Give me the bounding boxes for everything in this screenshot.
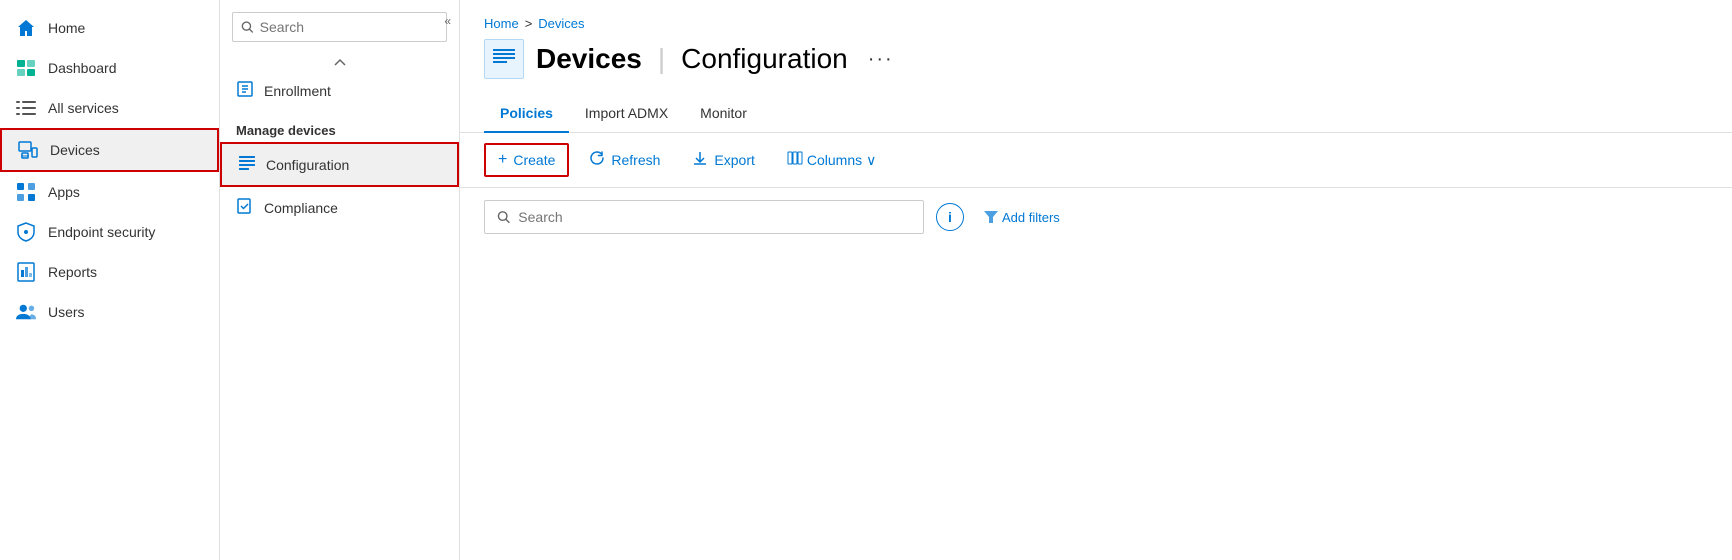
export-icon	[692, 150, 708, 171]
compliance-icon	[236, 197, 254, 218]
page-header: Home > Devices Devices | Configuration ·…	[460, 0, 1732, 87]
tab-policies[interactable]: Policies	[484, 95, 569, 133]
devices-icon	[18, 140, 38, 160]
security-icon	[16, 222, 36, 242]
compliance-label: Compliance	[264, 200, 338, 216]
info-button[interactable]: i	[936, 203, 964, 231]
sidebar-item-home-label: Home	[48, 20, 85, 36]
filter-icon	[984, 211, 998, 223]
breadcrumb: Home > Devices	[484, 16, 1708, 31]
breadcrumb-separator: >	[525, 16, 533, 31]
add-filters-button[interactable]: Add filters	[976, 206, 1068, 229]
more-options-button[interactable]: ···	[868, 48, 894, 71]
search-box[interactable]	[484, 200, 924, 234]
sidebar-item-devices[interactable]: Devices	[0, 128, 219, 172]
sub-sidebar-item-configuration[interactable]: Configuration	[220, 142, 459, 187]
sub-sidebar-item-compliance[interactable]: Compliance	[220, 187, 459, 228]
columns-icon	[787, 150, 803, 171]
page-title-separator: |	[658, 43, 665, 75]
sidebar-item-dashboard[interactable]: Dashboard	[0, 48, 219, 88]
page-subtitle: Configuration	[681, 43, 848, 75]
sidebar-item-users[interactable]: Users	[0, 292, 219, 332]
export-button[interactable]: Export	[680, 144, 766, 177]
sidebar: Home Dashboard All services	[0, 0, 220, 560]
refresh-button[interactable]: Refresh	[577, 144, 672, 177]
sidebar-item-dashboard-label: Dashboard	[48, 60, 117, 76]
sidebar-item-all-services-label: All services	[48, 100, 119, 116]
sidebar-item-endpoint-security-label: Endpoint security	[48, 224, 155, 240]
page-icon	[484, 39, 524, 79]
search-input[interactable]	[518, 209, 911, 225]
sub-search-icon	[241, 20, 254, 34]
sidebar-item-users-label: Users	[48, 304, 85, 320]
export-label: Export	[714, 152, 754, 168]
sidebar-item-all-services[interactable]: All services	[0, 88, 219, 128]
sub-sidebar-search-container[interactable]	[232, 12, 447, 42]
sidebar-item-devices-label: Devices	[50, 142, 100, 158]
reports-icon	[16, 262, 36, 282]
add-filters-label: Add filters	[1002, 210, 1060, 225]
page-title: Devices	[536, 43, 642, 75]
sidebar-item-endpoint-security[interactable]: Endpoint security	[0, 212, 219, 252]
search-area: i Add filters	[460, 188, 1732, 246]
create-label: Create	[513, 152, 555, 168]
columns-chevron-icon: ∨	[866, 152, 876, 169]
right-panel: Home > Devices Devices | Configuration ·…	[460, 0, 1732, 560]
sub-sidebar-item-enrollment[interactable]: Enrollment	[220, 70, 459, 111]
configuration-label: Configuration	[266, 157, 349, 173]
sub-sidebar: « Enrollment Manage devices	[220, 0, 460, 560]
refresh-icon	[589, 150, 605, 171]
manage-devices-header: Manage devices	[220, 111, 459, 142]
columns-label: Columns	[807, 152, 862, 168]
dashboard-icon	[16, 58, 36, 78]
toolbar: + Create Refresh	[460, 133, 1732, 188]
page-title-row: Devices | Configuration ···	[484, 39, 1708, 79]
configuration-icon	[238, 154, 256, 175]
search-icon	[497, 210, 510, 224]
refresh-label: Refresh	[611, 152, 660, 168]
columns-button[interactable]: Columns ∨	[775, 144, 889, 177]
sub-sidebar-collapse-btn[interactable]: «	[444, 14, 451, 28]
enrollment-icon	[236, 80, 254, 101]
apps-icon	[16, 182, 36, 202]
sidebar-item-reports-label: Reports	[48, 264, 97, 280]
plus-icon: +	[498, 151, 507, 169]
scroll-up-indicator	[220, 54, 459, 70]
create-button[interactable]: + Create	[484, 143, 569, 177]
sidebar-item-home[interactable]: Home	[0, 8, 219, 48]
tabs-bar: Policies Import ADMX Monitor	[460, 95, 1732, 133]
sidebar-item-reports[interactable]: Reports	[0, 252, 219, 292]
users-icon	[16, 302, 36, 322]
tab-monitor[interactable]: Monitor	[684, 95, 763, 133]
breadcrumb-current[interactable]: Devices	[538, 16, 584, 31]
all-services-icon	[16, 98, 36, 118]
home-icon	[16, 18, 36, 38]
sub-sidebar-search-input[interactable]	[260, 19, 438, 35]
sidebar-item-apps-label: Apps	[48, 184, 80, 200]
main-content: « Enrollment Manage devices	[220, 0, 1732, 560]
sidebar-item-apps[interactable]: Apps	[0, 172, 219, 212]
enrollment-label: Enrollment	[264, 83, 331, 99]
tab-import-admx[interactable]: Import ADMX	[569, 95, 684, 133]
breadcrumb-home[interactable]: Home	[484, 16, 519, 31]
